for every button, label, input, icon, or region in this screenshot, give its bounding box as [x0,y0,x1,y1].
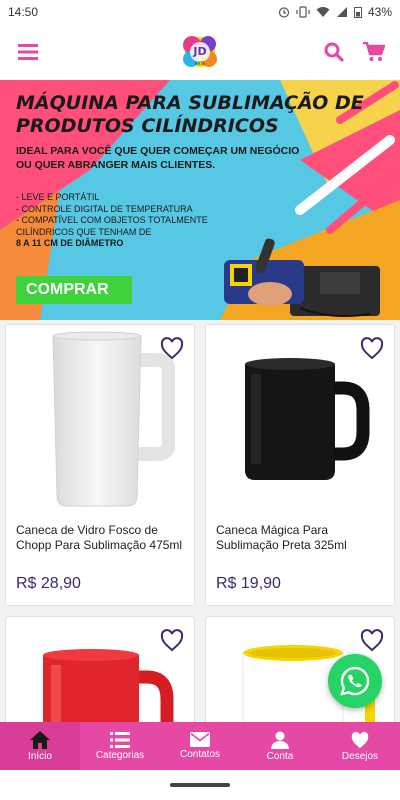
banner-title: MÁQUINA PARA SUBLIMAÇÃO DE PRODUTOS CILÍ… [16,92,364,137]
favorite-button[interactable] [360,337,384,361]
favorite-button[interactable] [160,337,184,361]
heart-outline-icon [360,337,384,360]
nav-contacts[interactable]: Contatos [160,722,240,770]
user-icon [271,731,289,749]
menu-button[interactable] [12,36,44,68]
product-name[interactable]: Caneca Mágica Para Sublimação Preta 325m… [216,523,391,553]
search-icon [324,42,344,62]
feature-line: - LEVE E PORTÁTIL [16,192,100,202]
nav-label: Início [28,750,52,762]
nav-wishlist[interactable]: Desejos [320,722,400,770]
nav-label: Desejos [341,750,379,762]
product-price: R$ 28,90 [16,575,81,592]
list-icon [110,731,130,748]
product-price: R$ 19,90 [216,575,281,592]
feature-line: 8 A 11 CM DE DIÂMETRO [16,238,124,248]
logo-text: JD [192,45,206,58]
banner-features: - LEVE E PORTÁTIL - CONTROLE DIGITAL DE … [16,192,216,250]
home-icon [30,730,50,749]
search-button[interactable] [320,38,348,66]
system-nav-bar [0,770,400,800]
hamburger-icon [18,44,38,60]
nav-label: Contatos [179,749,221,760]
status-icons: 43% [278,5,392,19]
nav-label: Categorias [95,749,145,761]
brand-logo[interactable]: JD ARTE [178,30,222,74]
product-card[interactable]: Caneca de Vidro Fosco de Chopp Para Subl… [5,324,195,606]
frosted-glass-mug-image [52,331,175,507]
alarm-icon [278,7,290,18]
logo-subtext: ARTE [195,61,206,66]
vibrate-icon [296,6,310,18]
battery-icon [353,7,362,18]
heart-icon [351,731,369,748]
cart-button[interactable] [360,38,388,66]
feature-line: - COMPATÍVEL COM OBJETOS TOTALMENTE [16,215,208,225]
buy-button[interactable]: COMPRAR [16,276,132,304]
app-header: JD ARTE [0,24,400,80]
wifi-icon [316,7,330,17]
battery-level: 43% [367,5,392,19]
bottom-navigation: Início Categorias Contatos Conta Desejos [0,722,400,770]
status-time: 14:50 [8,5,39,19]
cart-icon [363,42,385,61]
feature-line: - CONTROLE DIGITAL DE TEMPERATURA [16,203,193,214]
sublimation-machine-image [224,238,380,317]
nav-account[interactable]: Conta [240,722,320,770]
banner-subtitle: IDEAL PARA VOCÊ QUE QUER COMEÇAR UM NEGÓ… [16,145,300,171]
product-name[interactable]: Caneca de Vidro Fosco de Chopp Para Subl… [16,523,191,553]
favorite-button[interactable] [360,629,384,653]
heart-outline-icon [360,629,384,652]
feature-line: CILÍNDRICOS QUE TENHAM DE [16,226,152,237]
heart-outline-icon [160,337,184,360]
whatsapp-icon [340,666,370,696]
promo-banner[interactable]: MÁQUINA PARA SUBLIMAÇÃO DE PRODUTOS CILÍ… [0,80,400,320]
product-card[interactable]: Caneca Mágica Para Sublimação Preta 325m… [205,324,395,606]
whatsapp-button[interactable] [328,654,382,708]
nav-label: Conta [266,750,294,762]
mail-icon [190,732,210,747]
signal-icon [336,7,347,17]
heart-outline-icon [160,629,184,652]
product-card[interactable] [5,616,195,736]
black-magic-mug-image [245,358,370,480]
favorite-button[interactable] [160,629,184,653]
nav-categories[interactable]: Categorias [80,722,160,770]
nav-home[interactable]: Início [0,722,80,770]
home-gesture-pill[interactable] [170,783,230,787]
status-bar: 14:50 43% [0,0,400,24]
